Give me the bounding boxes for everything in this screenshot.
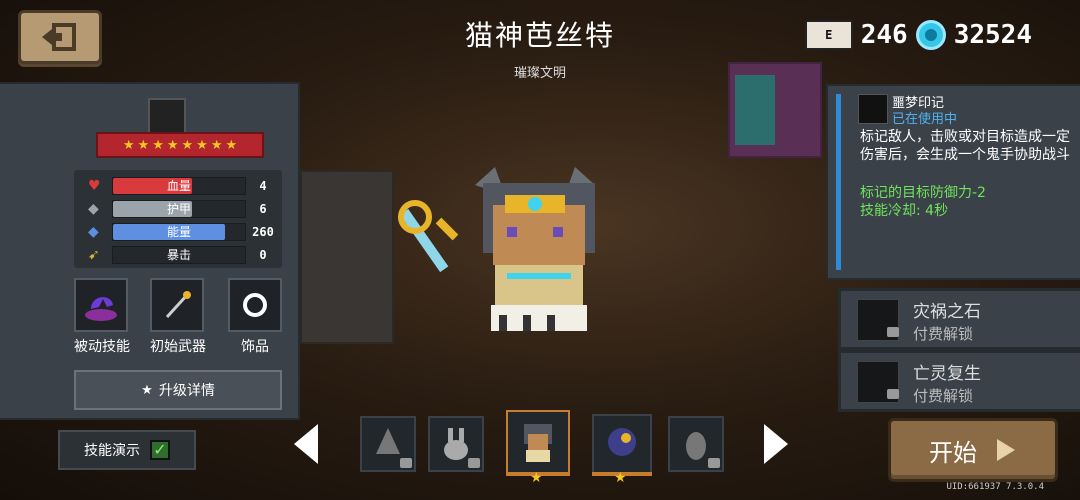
rank-star-icon: ★ bbox=[210, 137, 223, 153]
stat-bar: 暴击 bbox=[112, 246, 246, 264]
unlock-card-name: 亡灵复生 bbox=[913, 364, 981, 384]
rank-star-icon: ★ bbox=[166, 137, 179, 153]
stat-value: 0 bbox=[259, 248, 267, 262]
stone-altar bbox=[300, 170, 394, 344]
gem-value: 32524 bbox=[953, 20, 1032, 50]
stat-row: ◆ 能量 260 bbox=[74, 222, 282, 242]
stat-name: 护甲 bbox=[166, 202, 191, 216]
rank-star-icon: ★ bbox=[137, 137, 150, 153]
accessory-button[interactable] bbox=[228, 278, 282, 332]
carousel-character[interactable] bbox=[592, 414, 652, 474]
stats-box: ♥ 血量 4 ◆ 护甲 6 ◆ 能量 260 ➹ 暴击 0 bbox=[74, 170, 282, 268]
stat-bar: 能量 bbox=[112, 223, 246, 241]
start-label: 开始 bbox=[929, 438, 977, 467]
stat-bar: 血量 bbox=[112, 177, 246, 195]
stat-value: 260 bbox=[252, 225, 274, 239]
diamond-icon: ◆ bbox=[88, 224, 99, 240]
unlock-card[interactable]: 灾祸之石 付费解锁 bbox=[838, 288, 1080, 350]
stat-bar: 护甲 bbox=[112, 200, 246, 218]
prev-character-arrow[interactable] bbox=[294, 424, 318, 464]
skill-status: 已在使用中 bbox=[892, 112, 958, 127]
upgrade-details-button[interactable]: ★ 升级详情 bbox=[74, 370, 282, 410]
lock-icon bbox=[887, 389, 899, 399]
rank-star-icon: ★ bbox=[196, 137, 208, 153]
star-ribbon: ★ ★ ★ ★ ★ ★ ★ ★ bbox=[96, 132, 264, 158]
shield-icon: ◆ bbox=[88, 201, 99, 217]
play-arrow-icon bbox=[997, 439, 1015, 461]
skill-description: 标记敌人，击败或对目标造成一定伤害后，会生成一个鬼手协助战斗 bbox=[860, 129, 1070, 163]
currency-bar: E 246 32524 bbox=[804, 20, 1032, 50]
carousel-character[interactable] bbox=[668, 416, 724, 472]
rank-star-icon: ★ bbox=[122, 137, 135, 153]
moon-mage-icon bbox=[608, 428, 636, 456]
heart-icon: ♥ bbox=[88, 178, 101, 194]
unlock-card[interactable]: 亡灵复生 付费解锁 bbox=[838, 350, 1080, 412]
next-character-arrow[interactable] bbox=[764, 424, 788, 464]
character-info-panel: ★ ★ ★ ★ ★ ★ ★ ★ ♥ 血量 4 ◆ 护甲 6 ◆ 能量 260 ➹ 暴击 0 被动技能 初始武器 饰品… bbox=[0, 82, 300, 420]
starting-weapon-label: 初始武器 bbox=[150, 339, 206, 355]
character-sprite bbox=[395, 165, 615, 339]
bastet-portrait-icon bbox=[524, 424, 552, 462]
stat-row: ◆ 护甲 6 bbox=[74, 199, 282, 219]
stat-name: 血量 bbox=[166, 179, 191, 193]
lock-icon bbox=[400, 458, 412, 468]
character-subtitle: 璀璨文明 bbox=[513, 66, 566, 81]
crit-icon: ➹ bbox=[88, 247, 100, 263]
uid-text: UID:661937 7.3.0.4 bbox=[946, 482, 1044, 492]
skill-info-panel: 噩梦印记 已在使用中 标记敌人，击败或对目标造成一定伤害后，会生成一个鬼手协助战… bbox=[826, 84, 1080, 280]
stat-name: 能量 bbox=[166, 225, 191, 239]
banner-stripe bbox=[735, 75, 775, 145]
unlock-card-sub: 付费解锁 bbox=[913, 387, 974, 405]
skill-demo-label: 技能演示 bbox=[84, 443, 140, 459]
skill-demo-checkbox[interactable]: ✓ bbox=[150, 440, 170, 460]
stat-value: 4 bbox=[259, 179, 267, 193]
nightmare-mark-icon bbox=[858, 94, 888, 124]
skill-effect: 标记的目标防御力-2 bbox=[860, 185, 986, 201]
accessory-label: 饰品 bbox=[241, 339, 269, 355]
skill-demo-toggle[interactable]: 技能演示 ✓ bbox=[58, 430, 196, 470]
carousel-character[interactable] bbox=[428, 416, 484, 472]
stat-row: ➹ 暴击 0 bbox=[74, 245, 282, 265]
unlock-card-sub: 付费解锁 bbox=[913, 325, 974, 343]
stat-value: 6 bbox=[259, 202, 267, 216]
carousel-character-selected[interactable] bbox=[506, 410, 570, 474]
selected-star-icon: ★ bbox=[530, 470, 543, 486]
passive-skill-button[interactable] bbox=[74, 278, 128, 332]
starting-weapon-button[interactable] bbox=[150, 278, 204, 332]
energy-card-icon: E bbox=[804, 20, 853, 50]
stat-name: 暴击 bbox=[166, 248, 191, 262]
carousel-character[interactable] bbox=[360, 416, 416, 472]
energy-value: 246 bbox=[860, 20, 908, 50]
lock-icon bbox=[887, 327, 899, 337]
ghost-hand-icon bbox=[85, 297, 117, 321]
ring-icon bbox=[243, 293, 267, 317]
passive-skill-label: 被动技能 bbox=[74, 339, 130, 355]
upgrade-label: 升级详情 bbox=[158, 383, 215, 399]
rank-star-icon: ★ bbox=[225, 137, 238, 153]
lock-icon bbox=[468, 458, 480, 468]
unlock-card-name: 灾祸之石 bbox=[913, 302, 981, 322]
staff-icon bbox=[165, 291, 191, 319]
second-star-icon: ★ bbox=[614, 470, 627, 486]
start-button[interactable]: 开始 bbox=[888, 418, 1058, 482]
gem-icon bbox=[915, 20, 946, 50]
skill-cooldown: 技能冷却: 4秒 bbox=[860, 203, 949, 219]
lock-icon bbox=[708, 458, 720, 468]
accent-bar bbox=[836, 94, 841, 270]
stat-row: ♥ 血量 4 bbox=[74, 176, 282, 196]
rank-star-icon: ★ bbox=[152, 137, 164, 153]
rank-star-icon: ★ bbox=[181, 137, 194, 153]
star-icon: ★ bbox=[141, 382, 153, 398]
bastet-character-icon bbox=[398, 167, 595, 331]
